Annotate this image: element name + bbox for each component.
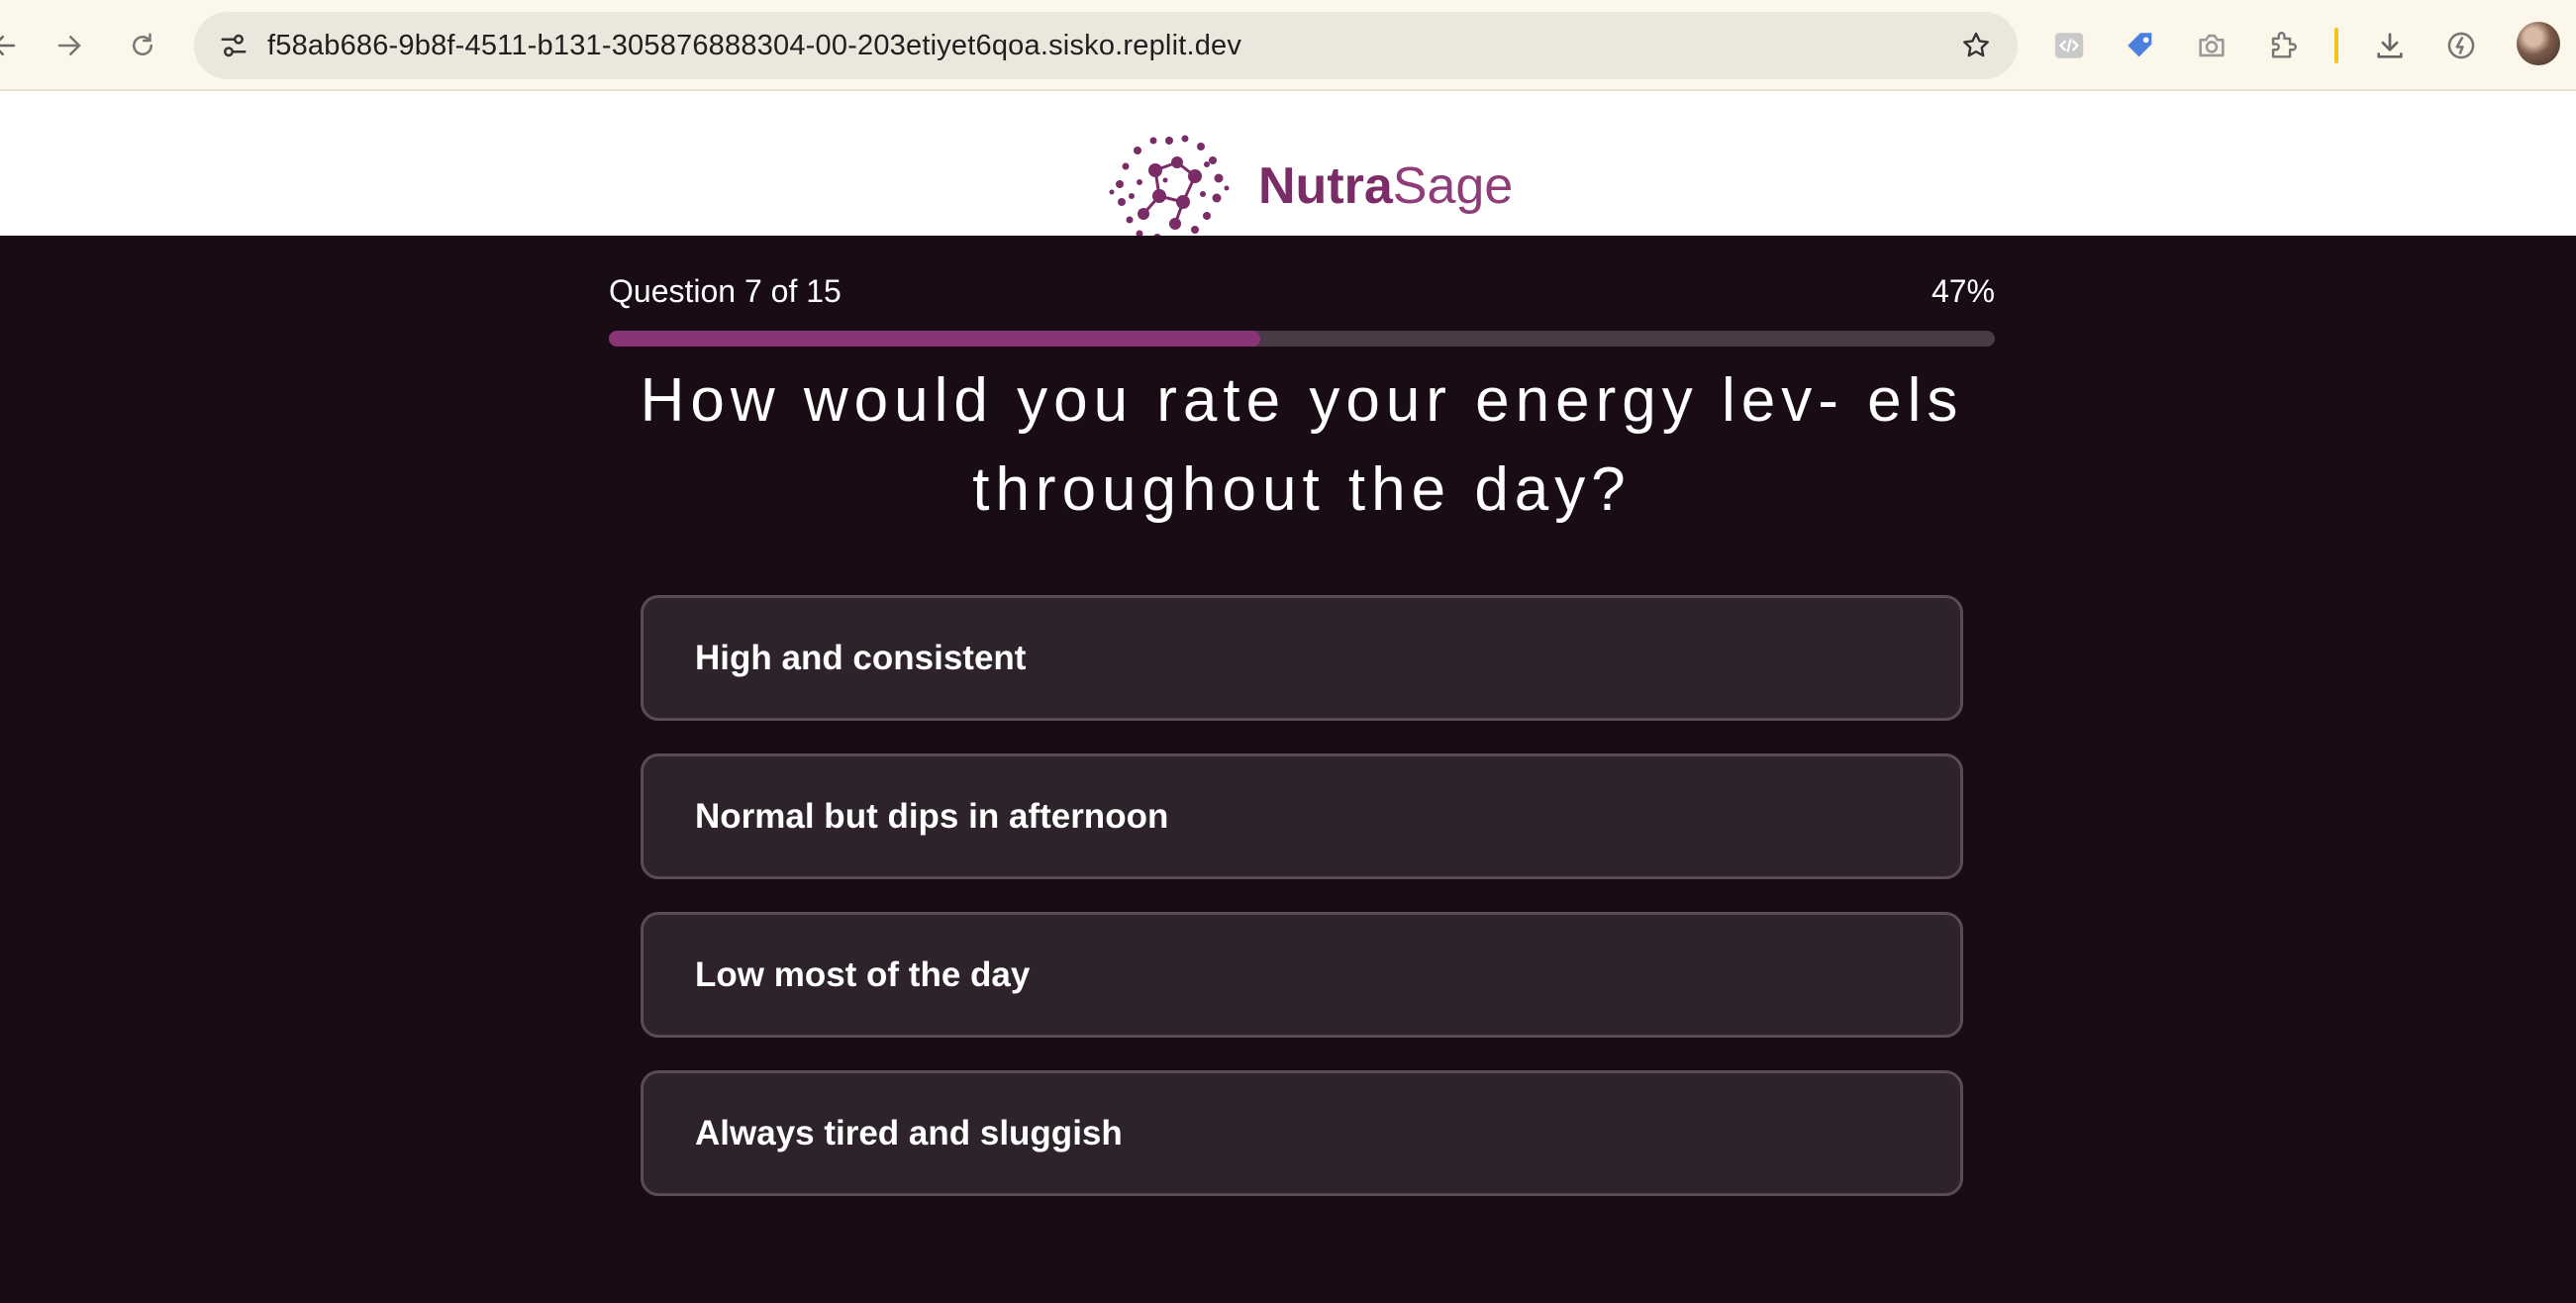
forward-icon[interactable] — [46, 22, 93, 69]
answer-option[interactable]: Always tired and sluggish — [641, 1070, 1963, 1196]
bookmark-star-icon[interactable] — [1954, 24, 1998, 67]
download-icon[interactable] — [2368, 24, 2412, 67]
address-bar[interactable]: f58ab686-9b8f-4511-b131-305876888304-00-… — [194, 12, 2018, 79]
reload-icon[interactable] — [119, 22, 166, 69]
brand-name: NutraSage — [1258, 156, 1513, 216]
site-header: NutraSage — [0, 91, 2576, 236]
performance-icon[interactable] — [2439, 24, 2483, 67]
answer-options: High and consistent Normal but dips in a… — [641, 595, 1963, 1229]
back-icon[interactable] — [0, 22, 28, 69]
brand-name-bold: Nutra — [1258, 157, 1393, 215]
toolbar-divider — [2334, 28, 2338, 63]
code-extension-icon[interactable] — [2047, 24, 2091, 67]
profile-avatar[interactable] — [2517, 22, 2560, 65]
progress-percent: 47% — [1931, 273, 1995, 309]
url-text[interactable]: f58ab686-9b8f-4511-b131-305876888304-00-… — [267, 12, 1241, 79]
progress-bar — [609, 331, 1995, 347]
camera-icon[interactable] — [2190, 24, 2233, 67]
question-text: How would you rate your energy lev- els … — [640, 366, 1964, 524]
question-counter: Question 7 of 15 — [609, 273, 842, 309]
answer-option[interactable]: Normal but dips in afternoon — [641, 753, 1963, 879]
tag-extension-icon[interactable] — [2119, 24, 2162, 67]
brand-name-light: Sage — [1392, 157, 1514, 215]
site-settings-icon[interactable] — [212, 24, 255, 67]
browser-toolbar: f58ab686-9b8f-4511-b131-305876888304-00-… — [0, 0, 2576, 91]
nutrasage-logo-icon — [1109, 135, 1230, 236]
answer-option[interactable]: High and consistent — [641, 595, 1963, 721]
progress-bar-fill — [609, 331, 1260, 347]
answer-option[interactable]: Low most of the day — [641, 912, 1963, 1038]
extensions-puzzle-icon[interactable] — [2261, 24, 2305, 67]
